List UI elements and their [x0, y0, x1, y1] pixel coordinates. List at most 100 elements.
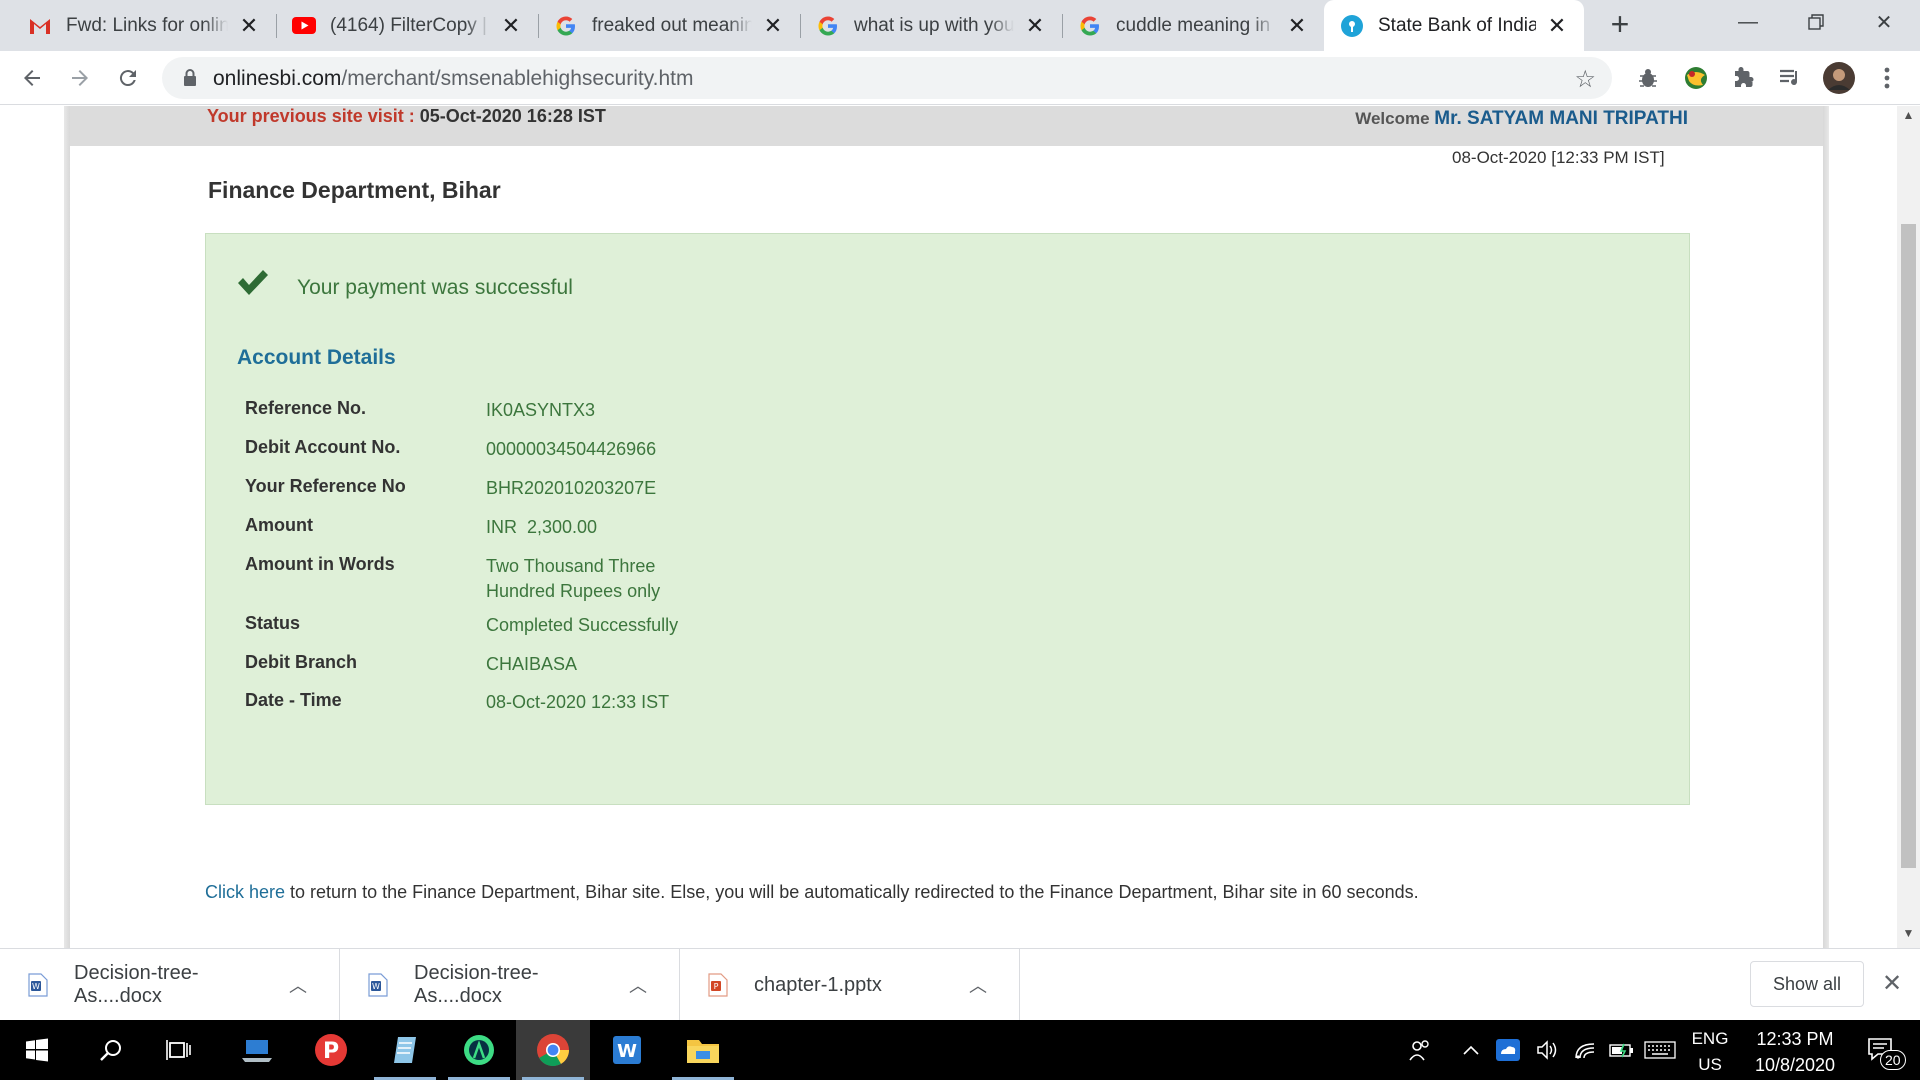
back-arrow-icon — [24, 70, 40, 86]
notepad-icon — [394, 1037, 416, 1063]
volume-icon[interactable] — [1530, 1020, 1566, 1080]
download-item[interactable]: W Decision-tree-As....docx ︿ — [340, 949, 680, 1021]
close-icon[interactable]: ✕ — [1286, 13, 1308, 38]
taskbar-word-app[interactable]: W — [590, 1020, 664, 1080]
sbi-icon — [1340, 14, 1364, 38]
tab-title: freaked out meaning — [592, 14, 752, 36]
system-clock[interactable]: 12:33 PM 10/8/2020 — [1740, 1026, 1850, 1078]
current-datetime: 08-Oct-2020 [12:33 PM IST] — [1452, 148, 1665, 167]
psiphon-icon: P — [315, 1034, 347, 1066]
media-queue-icon[interactable] — [1775, 63, 1805, 93]
task-view-button[interactable] — [142, 1020, 216, 1080]
scroll-up-arrow-icon[interactable]: ▲ — [1897, 108, 1920, 128]
taskbar-android-studio-app[interactable] — [442, 1020, 516, 1080]
previous-visit-label: Your previous site visit : — [207, 106, 415, 126]
chrome-icon — [537, 1034, 570, 1067]
download-filename: Decision-tree-As....docx — [74, 962, 199, 1007]
close-icon[interactable]: ✕ — [762, 13, 784, 38]
word-file-icon: W — [368, 973, 388, 997]
detail-value: Completed Successfully — [486, 615, 679, 635]
web-page: Your previous site visit : 05-Oct-2020 1… — [0, 106, 1920, 948]
language-indicator[interactable]: ENG US — [1690, 1026, 1730, 1078]
close-icon[interactable]: ✕ — [500, 13, 522, 38]
svg-text:W: W — [617, 1041, 637, 1062]
show-hidden-icons-chevron-icon[interactable] — [1456, 1020, 1486, 1080]
bug-extension-icon[interactable] — [1633, 63, 1663, 93]
menu-kebab-icon[interactable] — [1872, 63, 1902, 93]
battery-icon[interactable] — [1604, 1020, 1640, 1080]
onedrive-icon[interactable] — [1490, 1020, 1526, 1080]
start-button[interactable] — [0, 1020, 74, 1080]
forward-arrow-icon — [72, 70, 88, 86]
taskbar-laptop-app[interactable] — [220, 1020, 294, 1080]
taskbar-file-explorer-app[interactable] — [666, 1020, 740, 1080]
close-window-button[interactable]: ✕ — [1850, 0, 1918, 44]
extensions-puzzle-icon[interactable] — [1729, 63, 1759, 93]
taskbar-chrome-app[interactable] — [516, 1020, 590, 1080]
success-message: Your payment was successful — [297, 276, 573, 299]
show-all-button[interactable]: Show all — [1750, 961, 1864, 1007]
notification-center-button[interactable]: 20 — [1856, 1020, 1906, 1080]
reload-icon — [119, 70, 136, 87]
click-here-link[interactable]: Click here — [205, 882, 285, 902]
close-icon[interactable]: ✕ — [238, 13, 260, 38]
keyboard-icon[interactable] — [1640, 1020, 1680, 1080]
tab-google-cuddle[interactable]: cuddle meaning in h ✕ — [1062, 0, 1324, 51]
people-icon[interactable] — [1400, 1020, 1440, 1080]
taskbar-notepad-app[interactable] — [368, 1020, 442, 1080]
chevron-up-icon[interactable]: ︿ — [285, 972, 311, 998]
tab-google-freaked[interactable]: freaked out meaning ✕ — [538, 0, 800, 51]
reload-button[interactable] — [110, 60, 146, 96]
svg-text:W: W — [372, 982, 380, 991]
address-bar[interactable]: onlinesbi.com/merchant/smsenablehighsecu… — [162, 57, 1612, 99]
page-scrollbar[interactable]: ▲ ▼ — [1897, 106, 1920, 948]
download-item[interactable]: W Decision-tree-As....docx ︿ — [0, 949, 340, 1021]
detail-label: Amount in Words — [245, 554, 395, 574]
tab-title: what is up with you r — [854, 14, 1014, 36]
forward-button[interactable] — [62, 60, 98, 96]
chevron-up-icon[interactable]: ︿ — [625, 972, 651, 998]
svg-text:P: P — [714, 982, 719, 991]
detail-label: Debit Account No. — [245, 437, 401, 457]
notification-count-badge: 20 — [1880, 1050, 1906, 1070]
chevron-up-icon[interactable]: ︿ — [965, 972, 991, 998]
scroll-down-arrow-icon[interactable]: ▼ — [1897, 926, 1920, 946]
redirect-text: to return to the Finance Department, Bih… — [285, 882, 1419, 902]
download-filename: Decision-tree-As....docx — [414, 962, 539, 1007]
url-text: onlinesbi.com/merchant/smsenablehighsecu… — [213, 67, 694, 91]
taskbar-psiphon-app[interactable]: P — [294, 1020, 368, 1080]
tab-sbi[interactable]: State Bank of India ✕ — [1324, 0, 1584, 51]
powerpoint-file-icon: P — [708, 973, 728, 997]
welcome-text: Welcome Mr. SATYAM MANI TRIPATHI — [1355, 108, 1688, 130]
detail-label: Status — [245, 613, 301, 633]
close-icon[interactable]: ✕ — [1546, 13, 1568, 38]
payment-success-panel: Your payment was successful Account Deta… — [205, 233, 1690, 805]
google-icon — [816, 14, 840, 38]
close-icon[interactable]: ✕ — [1024, 13, 1046, 38]
clock-time: 12:33 PM — [1756, 1029, 1834, 1049]
previous-visit: Your previous site visit : 05-Oct-2020 1… — [207, 106, 606, 127]
previous-visit-value: 05-Oct-2020 16:28 IST — [419, 106, 606, 126]
scroll-thumb[interactable] — [1901, 224, 1916, 868]
detail-label: Date - Time — [245, 690, 342, 710]
restore-button[interactable] — [1782, 0, 1850, 44]
globe-extension-icon[interactable] — [1681, 63, 1711, 93]
search-button[interactable] — [74, 1020, 148, 1080]
minimize-button[interactable]: — — [1714, 0, 1782, 44]
browser-toolbar: onlinesbi.com/merchant/smsenablehighsecu… — [0, 51, 1920, 105]
profile-avatar[interactable] — [1823, 62, 1855, 94]
session-info-bar: Your previous site visit : 05-Oct-2020 1… — [70, 106, 1823, 146]
wifi-icon[interactable] — [1568, 1020, 1604, 1080]
bookmark-star-icon[interactable]: ☆ — [1574, 65, 1596, 94]
account-details-heading: Account Details — [237, 346, 396, 369]
tab-gmail[interactable]: Fwd: Links for online ✕ — [0, 0, 276, 51]
back-button[interactable] — [14, 60, 50, 96]
tab-google-whatisup[interactable]: what is up with you r ✕ — [800, 0, 1062, 51]
close-shelf-icon[interactable]: ✕ — [1878, 971, 1906, 999]
folder-icon — [687, 1040, 719, 1063]
new-tab-button[interactable]: + — [1604, 8, 1636, 41]
download-item[interactable]: P chapter-1.pptx ︿ — [680, 949, 1020, 1021]
download-shelf: W Decision-tree-As....docx ︿ W Decision-… — [0, 948, 1920, 1021]
tab-youtube[interactable]: (4164) FilterCopy | 7 ✕ — [276, 0, 538, 51]
tab-title: State Bank of India — [1378, 14, 1536, 36]
